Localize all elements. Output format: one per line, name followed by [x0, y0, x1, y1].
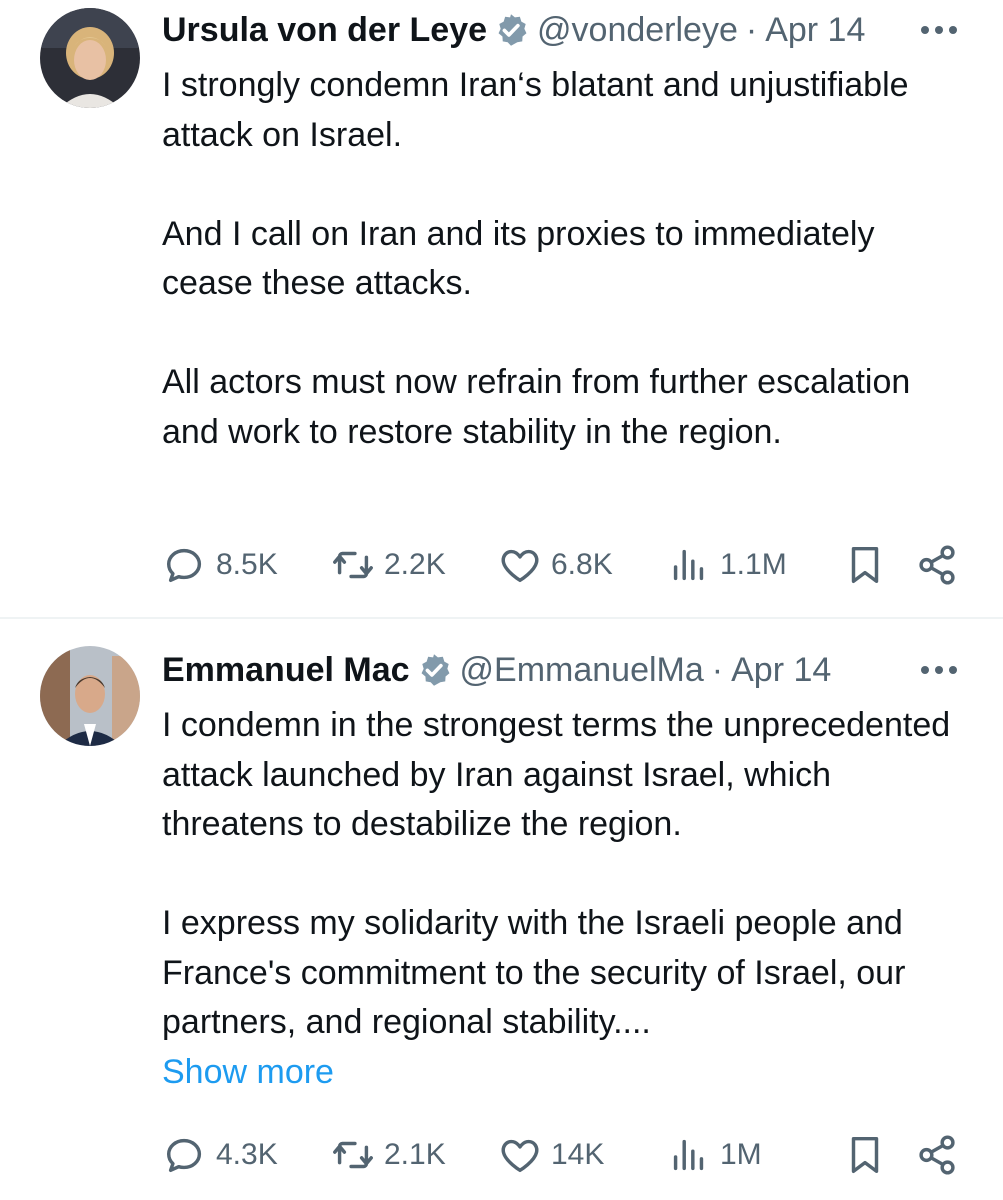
tweet-paragraph: And I call on Iran and its proxies to im… [162, 214, 875, 303]
tweet-card[interactable]: Emmanuel Mac @EmmanuelMa · Apr 14 I cond… [0, 620, 1003, 1200]
like-icon [501, 549, 539, 583]
verified-badge-icon [498, 14, 527, 46]
like-count: 6.8K [551, 548, 613, 581]
views-button[interactable]: 1.1M [666, 540, 787, 590]
reply-icon [166, 548, 202, 583]
retweet-icon [333, 1141, 373, 1169]
avatar[interactable] [40, 646, 140, 746]
tweet-date[interactable]: Apr 14 [731, 651, 831, 690]
like-button[interactable]: 14K [497, 1130, 604, 1180]
like-count: 14K [551, 1138, 605, 1171]
retweet-count: 2.1K [384, 1138, 446, 1171]
like-icon [501, 1139, 539, 1173]
share-icon [919, 545, 955, 585]
reply-button[interactable]: 4.3K [162, 1130, 278, 1180]
share-icon [919, 1135, 955, 1175]
share-button[interactable] [914, 1130, 960, 1180]
reply-count: 8.5K [216, 548, 278, 581]
tweet-text: I strongly condemn Iran‘s blatant and un… [162, 61, 962, 457]
author-handle[interactable]: @EmmanuelMa [460, 651, 704, 690]
retweet-icon [333, 551, 373, 579]
more-options-button[interactable] [919, 650, 959, 690]
separator-dot: · [745, 10, 758, 49]
bookmark-button[interactable] [842, 1130, 888, 1180]
more-options-icon [921, 26, 957, 34]
tweet-header: Emmanuel Mac @EmmanuelMa · Apr 14 [162, 648, 963, 692]
tweet-header: Ursula von der Leye @vonderleye · Apr 14 [162, 8, 963, 52]
bookmark-icon [851, 1136, 879, 1174]
reply-count: 4.3K [216, 1138, 278, 1171]
views-count: 1M [720, 1138, 762, 1171]
tweet-paragraph: All actors must now refrain from further… [162, 363, 911, 451]
tweet-date[interactable]: Apr 14 [765, 11, 865, 50]
bookmark-icon [851, 546, 879, 584]
avatar[interactable] [40, 8, 140, 108]
retweet-button[interactable]: 2.2K [330, 540, 446, 590]
action-bar: 4.3K 2.1K 14K 1M [162, 1130, 962, 1180]
author-name[interactable]: Ursula von der Leye [162, 11, 487, 50]
reply-icon [166, 1138, 202, 1173]
views-button[interactable]: 1M [666, 1130, 762, 1180]
bookmark-button[interactable] [842, 540, 888, 590]
tweet-paragraph: I strongly condemn Iran‘s blatant and un… [162, 66, 909, 154]
tweet-text: I condemn in the strongest terms the unp… [162, 701, 962, 1097]
show-more-link[interactable]: Show more [162, 1048, 962, 1098]
more-options-icon [921, 666, 957, 674]
tweet-card[interactable]: Ursula von der Leye @vonderleye · Apr 14… [0, 0, 1003, 618]
tweet-paragraph: I condemn in the strongest terms the unp… [162, 706, 951, 843]
action-bar: 8.5K 2.2K 6.8K 1.1M [162, 540, 962, 590]
separator-dot: · [711, 650, 724, 689]
views-icon [673, 1139, 704, 1171]
author-handle[interactable]: @vonderleye [537, 11, 738, 50]
like-button[interactable]: 6.8K [497, 540, 613, 590]
share-button[interactable] [914, 540, 960, 590]
verified-badge-icon [421, 654, 449, 686]
views-count: 1.1M [720, 548, 787, 581]
retweet-button[interactable]: 2.1K [330, 1130, 446, 1180]
tweet-divider [0, 617, 1003, 619]
views-icon [673, 549, 704, 581]
retweet-count: 2.2K [384, 548, 446, 581]
reply-button[interactable]: 8.5K [162, 540, 278, 590]
tweet-paragraph: I express my solidarity with the Israeli… [162, 904, 906, 1041]
author-name[interactable]: Emmanuel Mac [162, 651, 410, 690]
more-options-button[interactable] [919, 10, 959, 50]
